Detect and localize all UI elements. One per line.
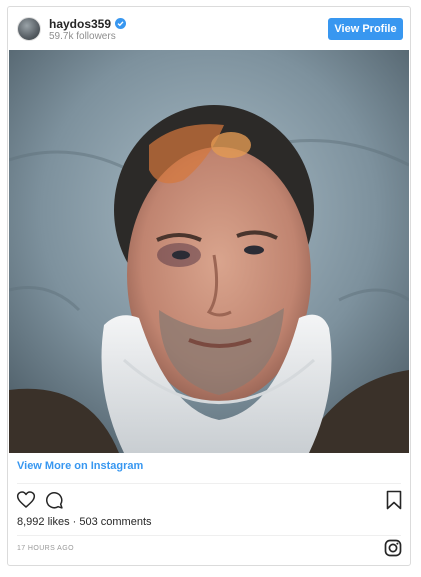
username-row[interactable]: haydos359 [49, 17, 127, 31]
instagram-icon[interactable] [384, 539, 402, 562]
bookmark-icon[interactable] [386, 490, 402, 515]
avatar[interactable] [17, 17, 41, 41]
view-profile-button[interactable]: View Profile [328, 18, 403, 40]
divider [17, 483, 401, 484]
verified-badge-icon [115, 18, 127, 29]
heart-icon[interactable] [16, 490, 36, 514]
post-timestamp: 17 HOURS AGO [17, 545, 74, 552]
likes-comments-count: 8,992 likes · 503 comments [17, 516, 152, 528]
post-photo[interactable] [9, 50, 409, 453]
view-more-link[interactable]: View More on Instagram [17, 460, 143, 472]
instagram-embed-card: haydos359 59.7k followers View Profile V… [7, 6, 411, 566]
action-bar [8, 487, 410, 513]
post-header: haydos359 59.7k followers View Profile [8, 7, 410, 50]
username[interactable]: haydos359 [49, 17, 111, 31]
divider [17, 535, 401, 536]
followers-count: 59.7k followers [49, 31, 116, 42]
comment-icon[interactable] [44, 490, 64, 515]
